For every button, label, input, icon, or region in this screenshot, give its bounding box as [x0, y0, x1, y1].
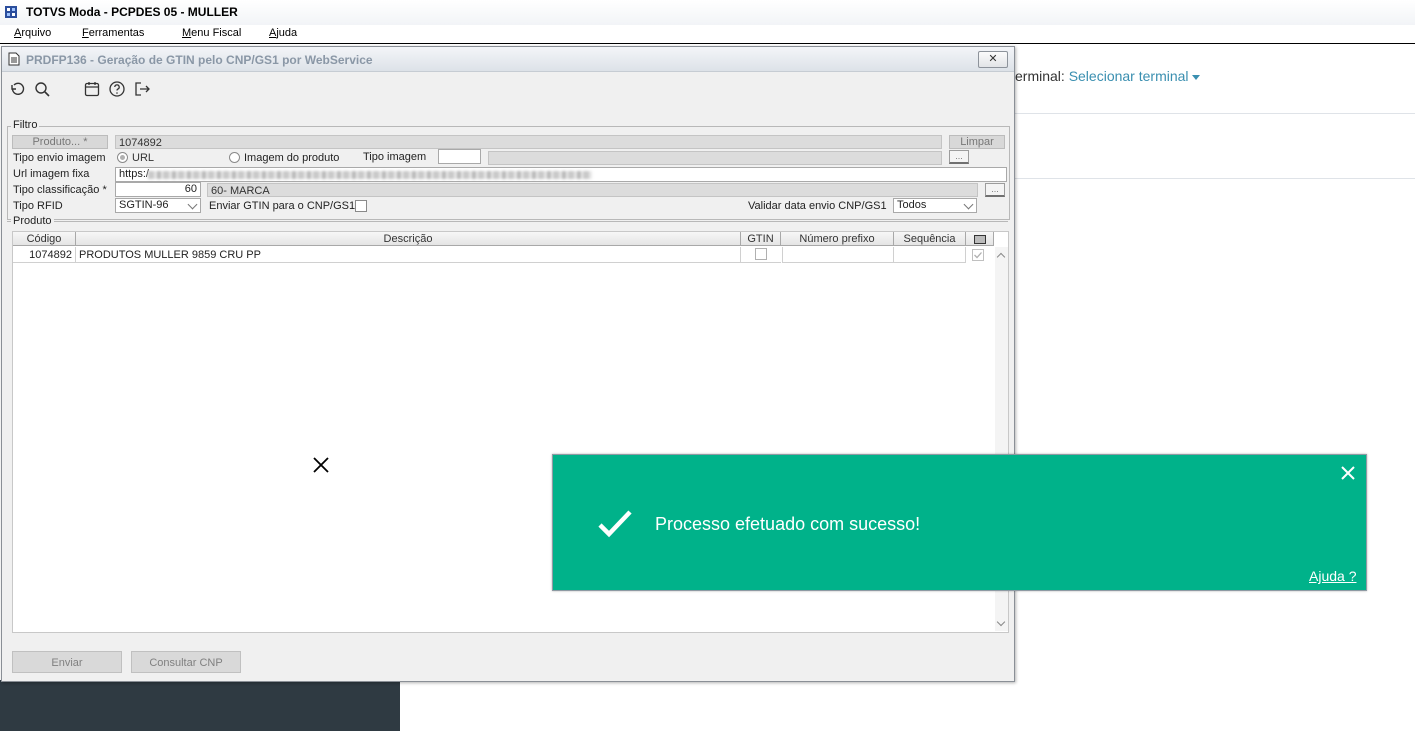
app-title: TOTVS Moda - PCPDES 05 - MULLER — [26, 5, 238, 19]
produto-value: 1074892 — [115, 135, 942, 149]
consultar-cnp-button[interactable]: Consultar CNP — [131, 651, 241, 673]
scroll-up-icon[interactable] — [996, 252, 1006, 262]
redacted-url — [148, 171, 592, 179]
menu-arquivo[interactable]: Arquivo — [14, 27, 51, 39]
col-descricao[interactable]: Descrição — [76, 232, 741, 246]
terminal-label: erminal: — [1015, 68, 1065, 84]
terminal-selector[interactable]: erminal: Selecionar terminal — [1015, 68, 1200, 84]
menu-bar: Arquivo Ferramentas Menu Fiscal Ajuda — [0, 25, 1415, 44]
close-icon[interactable] — [1339, 464, 1357, 482]
radio-url[interactable] — [117, 152, 128, 163]
produto-divider — [7, 221, 1008, 222]
produto-lookup-button[interactable]: Produto... * — [12, 135, 108, 149]
document-icon — [8, 52, 20, 66]
toast-help-link[interactable]: Ajuda ? — [1309, 568, 1356, 584]
col-gtin[interactable]: GTIN — [741, 232, 781, 246]
menu-ajuda[interactable]: Ajuda — [269, 27, 297, 39]
cell-sequencia[interactable] — [894, 247, 966, 263]
limpar-button[interactable]: Limpar — [949, 135, 1005, 149]
enviar-gtin-checkbox[interactable] — [355, 200, 367, 212]
cell-select[interactable] — [966, 247, 994, 263]
chevron-down-icon — [187, 199, 198, 210]
produto-legend: Produto — [11, 215, 54, 227]
tipo-classificacao-input[interactable]: 60 — [115, 182, 201, 197]
dialog-title-bar: PRDFP136 - Geração de GTIN pelo CNP/GS1 … — [2, 47, 1014, 72]
col-select-all[interactable] — [966, 232, 994, 246]
menu-ferramentas[interactable]: Ferramentas — [82, 27, 144, 39]
chevron-down-icon — [963, 199, 974, 210]
tipo-rfid-label: Tipo RFID — [13, 200, 63, 212]
validar-data-select[interactable]: Todos — [893, 198, 977, 213]
tipo-classificacao-desc: 60- MARCA — [207, 183, 978, 197]
success-toast: Processo efetuado com sucesso! Ajuda ? — [552, 454, 1367, 591]
dialog-close-button[interactable]: ✕ — [978, 51, 1008, 68]
tipo-imagem-label: Tipo imagem — [363, 151, 427, 163]
cell-gtin[interactable] — [741, 247, 781, 263]
search-icon[interactable] — [33, 80, 51, 98]
divider — [1015, 178, 1415, 179]
tipo-classificacao-label: Tipo classificação * — [13, 184, 107, 196]
menu-fiscal[interactable]: Menu Fiscal — [182, 27, 241, 39]
col-numero-prefixo[interactable]: Número prefixo — [781, 232, 894, 246]
tipo-imagem-input[interactable] — [438, 149, 481, 164]
divider — [1015, 113, 1415, 114]
tipo-classificacao-lookup-button[interactable]: ... — [985, 183, 1005, 197]
toast-message: Processo efetuado com sucesso! — [655, 514, 921, 534]
dark-panel — [0, 680, 400, 731]
radio-imagem-label: Imagem do produto — [244, 152, 340, 164]
url-label: Url imagem fixa — [13, 168, 90, 180]
dialog-title: PRDFP136 - Geração de GTIN pelo CNP/GS1 … — [26, 53, 373, 67]
terminal-link[interactable]: Selecionar terminal — [1069, 68, 1189, 84]
scroll-down-icon[interactable] — [996, 617, 1006, 627]
undo-icon[interactable] — [8, 80, 26, 98]
cell-codigo[interactable]: 1074892 — [13, 247, 76, 263]
enviar-button[interactable]: Enviar — [12, 651, 122, 673]
radio-imagem-produto[interactable] — [229, 152, 240, 163]
tipo-envio-label: Tipo envio imagem — [13, 152, 106, 164]
tipo-imagem-desc — [488, 151, 942, 165]
gtin-checkbox[interactable] — [755, 248, 767, 260]
col-sequencia[interactable]: Sequência — [894, 232, 966, 246]
check-icon — [598, 510, 632, 538]
col-codigo[interactable]: Código — [13, 232, 76, 246]
caret-down-icon — [1191, 74, 1200, 80]
check-icon — [972, 249, 984, 261]
cell-descricao[interactable]: PRODUTOS MULLER 9859 CRU PP — [76, 247, 741, 263]
cursor-x-icon — [312, 456, 330, 474]
app-icon — [5, 6, 17, 18]
validar-data-label: Validar data envio CNP/GS1 — [748, 200, 887, 212]
filtro-legend: Filtro — [11, 119, 40, 131]
exit-icon[interactable] — [133, 80, 151, 98]
app-title-bar: TOTVS Moda - PCPDES 05 - MULLER — [0, 0, 1415, 26]
tipo-imagem-lookup-button[interactable]: ... — [949, 150, 969, 164]
cell-numero-prefixo[interactable] — [782, 247, 894, 263]
radio-url-label: URL — [132, 152, 155, 164]
select-all-icon — [973, 235, 986, 244]
calendar-icon[interactable] — [83, 80, 101, 98]
tipo-rfid-select[interactable]: SGTIN-96 — [115, 198, 201, 213]
help-icon[interactable] — [108, 80, 126, 98]
enviar-gtin-label: Enviar GTIN para o CNP/GS1 — [209, 200, 356, 212]
